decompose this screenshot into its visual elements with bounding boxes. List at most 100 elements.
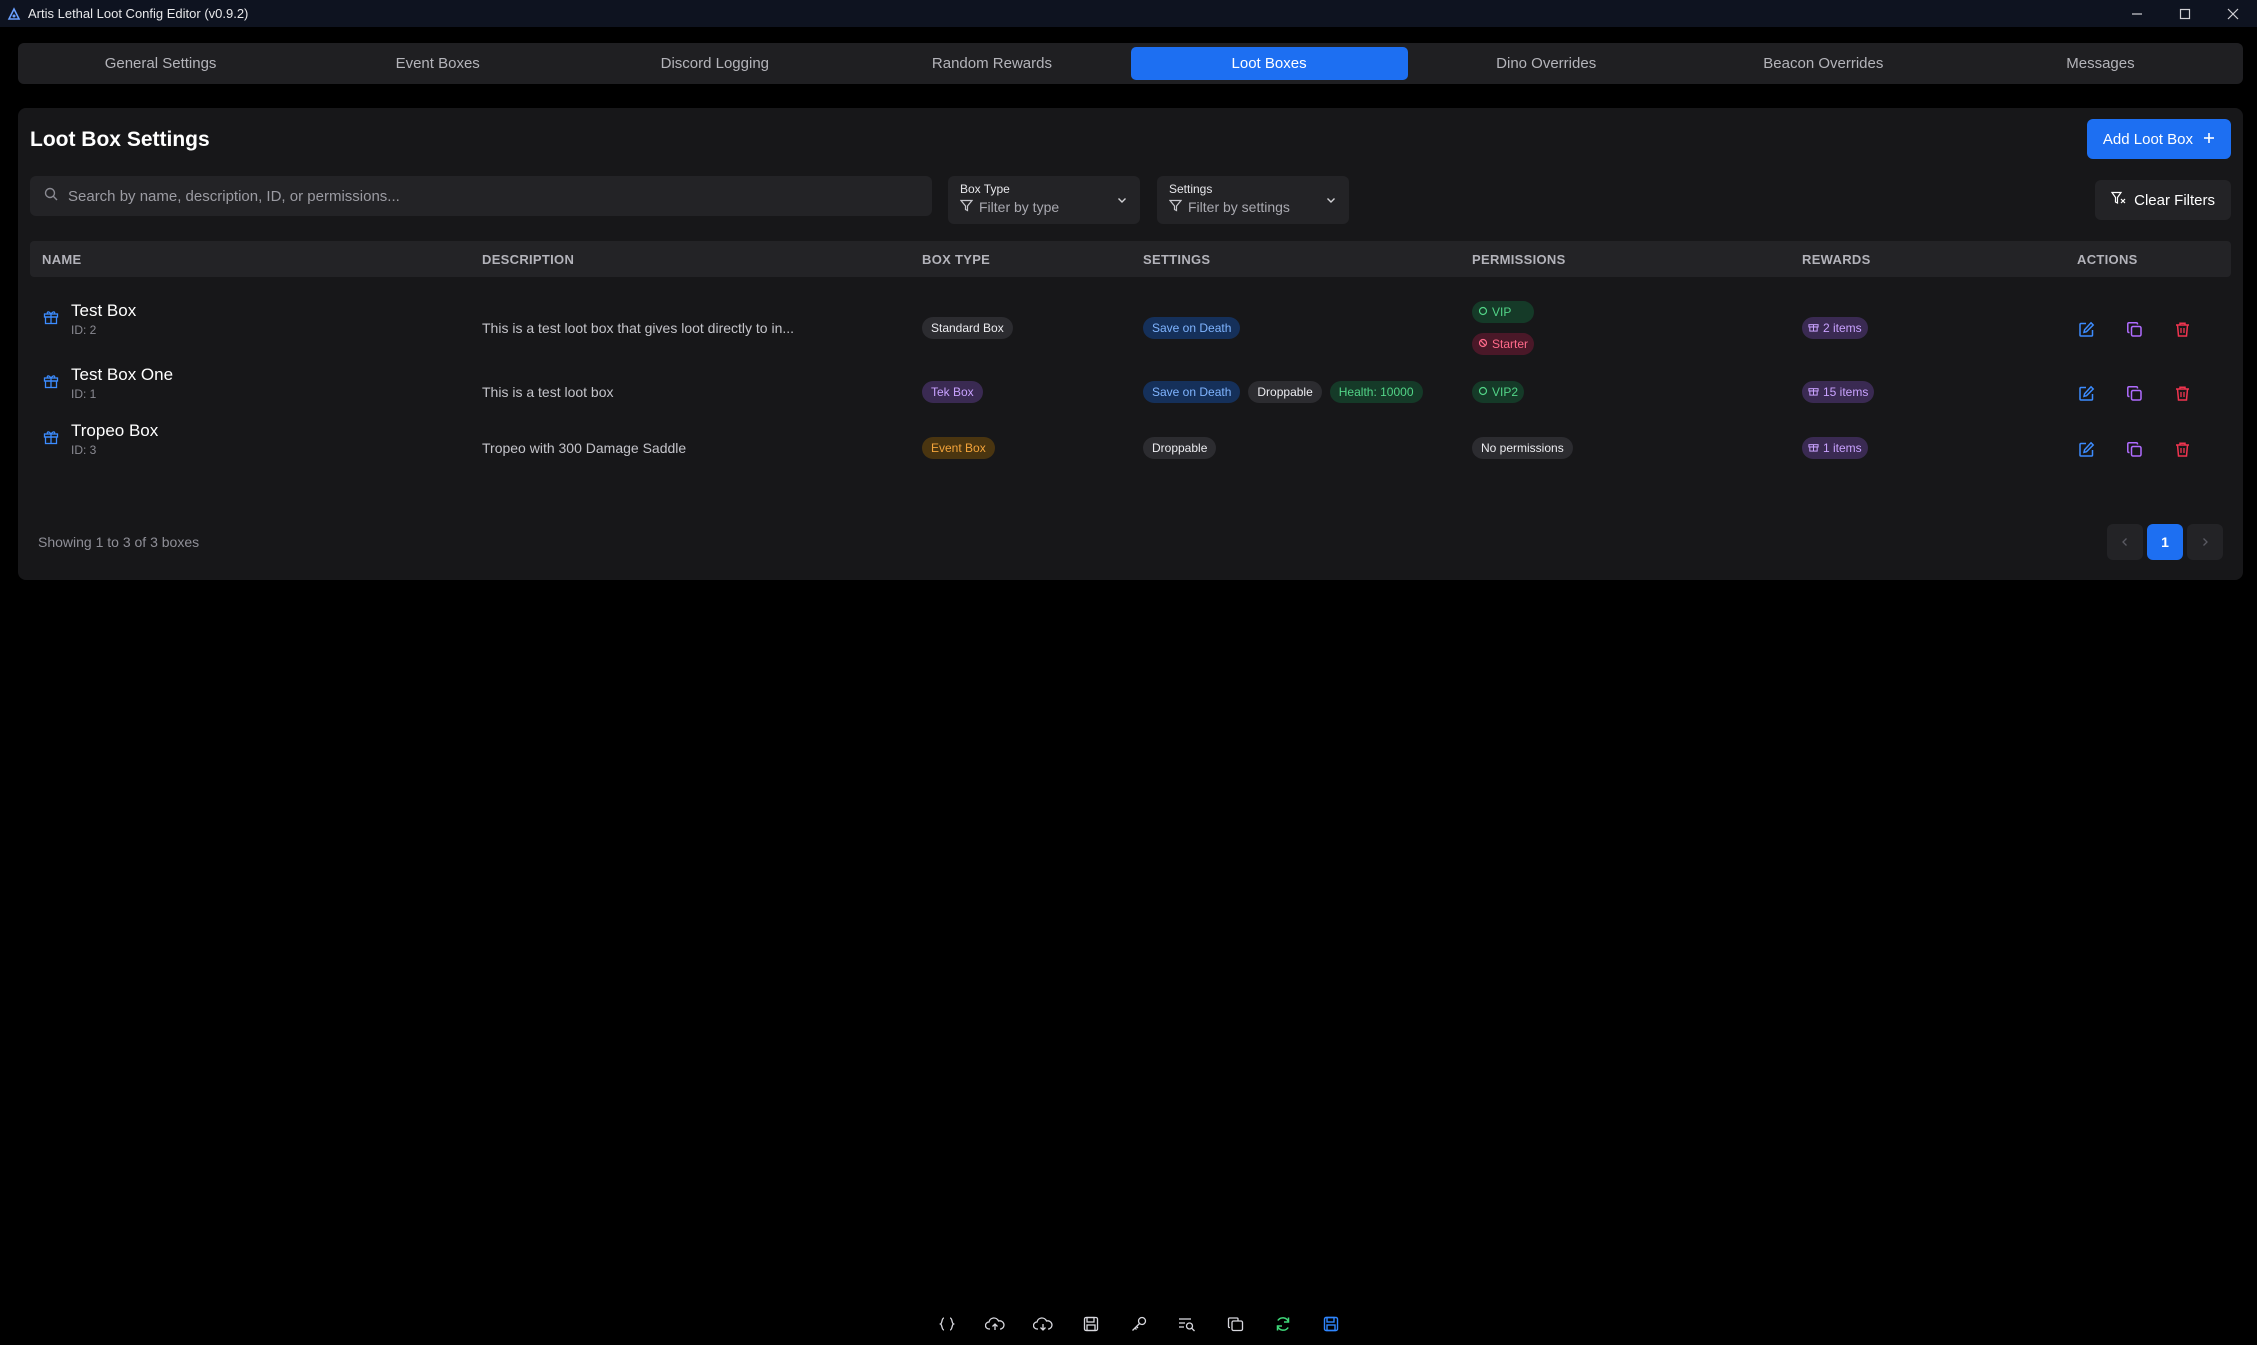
pagination: 1 <box>2107 524 2223 560</box>
edit-icon[interactable] <box>2076 319 2096 339</box>
settings-filter-value: Filter by settings <box>1188 199 1290 215</box>
prev-page-button[interactable] <box>2107 524 2143 560</box>
title-bar: Artis Lethal Loot Config Editor (v0.9.2) <box>0 0 2257 27</box>
tab-random-rewards[interactable]: Random Rewards <box>853 47 1130 80</box>
chevron-down-icon <box>1325 193 1337 211</box>
cloud-download-icon[interactable] <box>1030 1312 1056 1336</box>
permission-label: VIP <box>1492 305 1512 319</box>
clear-filters-button[interactable]: Clear Filters <box>2095 180 2231 220</box>
permission-badge: VIP <box>1472 301 1535 323</box>
add-loot-box-label: Add Loot Box <box>2102 130 2193 148</box>
column-header-description[interactable]: DESCRIPTION <box>482 252 574 267</box>
tab-loot-boxes[interactable]: Loot Boxes <box>1130 47 1408 80</box>
box-description: This is a test loot box that gives loot … <box>482 320 795 336</box>
gift-icon <box>1808 321 1819 335</box>
column-header-rewards[interactable]: REWARDS <box>1802 252 1871 267</box>
page-title: Loot Box Settings <box>30 128 210 151</box>
box-id: ID: 2 <box>71 323 97 337</box>
ban-icon <box>1478 337 1488 351</box>
table-row[interactable]: Test Box ID: 2 This is a test loot box t… <box>30 297 2231 361</box>
app-icon <box>6 6 22 22</box>
chevron-down-icon <box>1116 193 1128 211</box>
loot-box-panel: Loot Box Settings Add Loot Box Box Type … <box>18 108 2243 580</box>
save-disk-icon[interactable] <box>1078 1312 1104 1336</box>
rewards-badge: 1 items <box>1802 437 1868 459</box>
refresh-icon[interactable] <box>1270 1312 1296 1336</box>
filter-icon <box>959 199 974 215</box>
box-type-badge: Event Box <box>922 437 995 459</box>
box-type-filter[interactable]: Box Type Filter by type <box>948 176 1140 224</box>
main-tabs: General Settings Event Boxes Discord Log… <box>18 43 2243 84</box>
search-input[interactable] <box>68 187 908 205</box>
table-row[interactable]: Tropeo Box ID: 3 Tropeo with 300 Damage … <box>30 417 2231 473</box>
rewards-count: 2 items <box>1823 321 1862 335</box>
tab-dino-overrides[interactable]: Dino Overrides <box>1408 47 1685 80</box>
rewards-badge: 15 items <box>1802 381 1875 403</box>
gift-icon <box>1808 385 1819 399</box>
permission-badge: Starter <box>1472 333 1535 355</box>
setting-badge: Save on Death <box>1143 317 1241 339</box>
search-box[interactable] <box>30 176 932 216</box>
column-header-permissions[interactable]: PERMISSIONS <box>1472 252 1566 267</box>
duplicate-icon[interactable] <box>2124 383 2144 403</box>
box-type-filter-label: Box Type <box>960 182 1010 196</box>
bottom-toolbar <box>934 1312 1344 1336</box>
rewards-count: 1 items <box>1823 441 1862 455</box>
box-type-badge: Standard Box <box>922 317 1013 339</box>
column-header-settings[interactable]: SETTINGS <box>1143 252 1210 267</box>
tab-beacon-overrides[interactable]: Beacon Overrides <box>1685 47 1962 80</box>
edit-icon[interactable] <box>2076 439 2096 459</box>
filter-icon <box>1168 199 1183 215</box>
search-list-icon[interactable] <box>1174 1312 1200 1336</box>
tab-general-settings[interactable]: General Settings <box>22 47 299 80</box>
save-blue-icon[interactable] <box>1318 1312 1344 1336</box>
permission-badge: VIP2 <box>1472 381 1525 403</box>
permission-label: Starter <box>1492 337 1529 351</box>
edit-icon[interactable] <box>2076 383 2096 403</box>
settings-filter-label: Settings <box>1169 182 1213 196</box>
circle-icon <box>1478 385 1488 399</box>
next-page-button[interactable] <box>2187 524 2223 560</box>
copy-stack-icon[interactable] <box>1222 1312 1248 1336</box>
trash-icon[interactable] <box>2172 439 2192 459</box>
filter-clear-icon <box>2110 191 2126 210</box>
box-type-filter-value: Filter by type <box>979 199 1060 215</box>
setting-badge: Droppable <box>1248 381 1322 403</box>
box-name: Test Box <box>71 301 137 320</box>
column-header-box-type[interactable]: BOX TYPE <box>922 252 990 267</box>
window-title: Artis Lethal Loot Config Editor (v0.9.2) <box>28 6 249 21</box>
rewards-badge: 2 items <box>1802 317 1868 339</box>
trash-icon[interactable] <box>2172 383 2192 403</box>
chevron-left-icon <box>2122 538 2127 546</box>
settings-filter[interactable]: Settings Filter by settings <box>1157 176 1349 224</box>
gift-icon <box>43 309 59 330</box>
maximize-icon[interactable] <box>2161 0 2209 27</box>
box-description: This is a test loot box <box>482 384 614 400</box>
permission-badge: No permissions <box>1472 437 1573 459</box>
add-loot-box-button[interactable]: Add Loot Box <box>2086 119 2231 159</box>
tab-event-boxes[interactable]: Event Boxes <box>299 47 576 80</box>
tab-messages[interactable]: Messages <box>1962 47 2239 80</box>
gift-icon <box>43 429 59 450</box>
plus-icon <box>2203 131 2215 148</box>
trash-icon[interactable] <box>2172 319 2192 339</box>
table-row[interactable]: Test Box One ID: 1 This is a test loot b… <box>30 361 2231 417</box>
tab-discord-logging[interactable]: Discord Logging <box>576 47 853 80</box>
json-braces-icon[interactable] <box>934 1312 960 1336</box>
duplicate-icon[interactable] <box>2124 319 2144 339</box>
page-button-1[interactable]: 1 <box>2147 524 2183 560</box>
key-icon[interactable] <box>1126 1312 1152 1336</box>
gift-icon <box>43 373 59 394</box>
setting-badge: Droppable <box>1143 437 1217 459</box>
minimize-icon[interactable] <box>2113 0 2161 27</box>
window-controls <box>2113 0 2257 27</box>
box-name: Test Box One <box>71 365 174 384</box>
column-header-name[interactable]: NAME <box>42 252 81 267</box>
rewards-count: 15 items <box>1823 385 1869 399</box>
close-icon[interactable] <box>2209 0 2257 27</box>
cloud-upload-icon[interactable] <box>982 1312 1008 1336</box>
pagination-summary: Showing 1 to 3 of 3 boxes <box>38 534 200 550</box>
duplicate-icon[interactable] <box>2124 439 2144 459</box>
setting-badge: Save on Death <box>1143 381 1241 403</box>
chevron-right-icon <box>2203 538 2208 546</box>
